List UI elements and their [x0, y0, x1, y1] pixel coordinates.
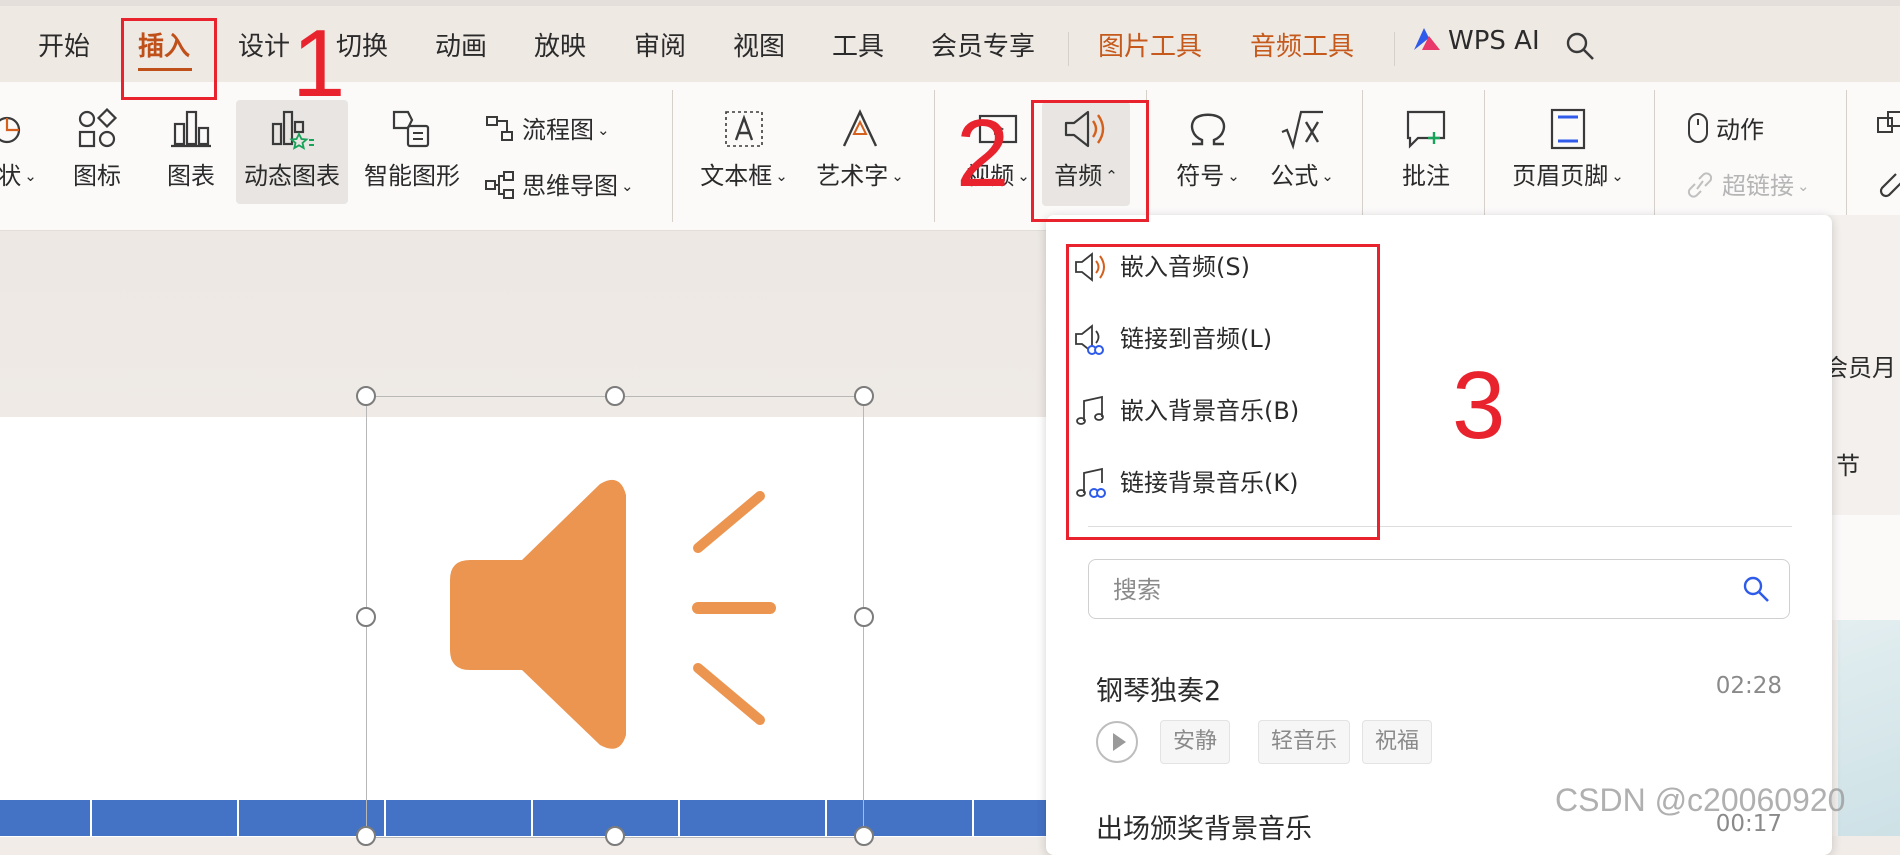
resize-handle-top-left[interactable] [356, 386, 376, 406]
ribbon-divider [1846, 90, 1847, 222]
dynamic-chart-button[interactable]: 动态图表 [236, 108, 348, 191]
track-tag[interactable]: 祝福 [1362, 720, 1433, 764]
tab-home[interactable]: 开始 [38, 26, 90, 63]
tab-animation[interactable]: 动画 [435, 26, 487, 63]
smart-shape-button[interactable]: 智能图形 [360, 108, 464, 191]
wordart-icon [842, 109, 878, 147]
omega-icon [1190, 113, 1226, 146]
audio-object-speaker-icon[interactable] [440, 460, 780, 760]
icons-button[interactable]: 图标 [64, 108, 130, 191]
resize-handle-bottom-left[interactable] [356, 826, 376, 846]
tab-member[interactable]: 会员专享 [931, 26, 1035, 63]
side-panel-text: 节 [1836, 452, 1860, 480]
flowchart-icon [486, 116, 513, 141]
track-tag[interactable]: 轻音乐 [1258, 720, 1351, 764]
annotation-number: 3 [1452, 352, 1506, 459]
hyperlink-button[interactable]: 超链接 ⌄ [1684, 166, 1810, 201]
ribbon-divider [1654, 90, 1655, 222]
tab-view[interactable]: 视图 [733, 26, 785, 63]
mouse-icon [1688, 113, 1708, 143]
sqrt-x-icon [1281, 110, 1323, 150]
table-divider [90, 800, 92, 836]
flowchart-button[interactable]: 流程图 ⌄ [484, 110, 610, 145]
audio-search-box [1088, 559, 1790, 619]
side-panel-image [1838, 620, 1900, 836]
ribbon-divider [672, 90, 673, 222]
menu-bar: 开始 插入 设计 切换 动画 放映 审阅 视图 工具 会员专享 图片工具 音频工… [0, 6, 1900, 82]
tab-design[interactable]: 设计 [238, 26, 290, 63]
wps-ai-button[interactable]: WPS AI [1412, 26, 1540, 56]
comment-icon [1406, 110, 1446, 149]
link-icon [1687, 172, 1713, 198]
resize-handle-top[interactable] [605, 386, 625, 406]
tab-review[interactable]: 审阅 [634, 26, 686, 63]
icons-icon [78, 108, 118, 148]
play-button[interactable] [1096, 721, 1138, 763]
shape-icon [0, 116, 21, 144]
annotation-box-audio-options [1066, 244, 1380, 540]
search-icon[interactable] [1741, 574, 1771, 608]
object-icon[interactable] [1876, 110, 1900, 148]
ribbon-divider [1484, 90, 1485, 222]
table-divider [237, 800, 239, 836]
resize-handle-top-right[interactable] [854, 386, 874, 406]
chart-button[interactable]: 图表 [158, 108, 224, 191]
resize-handle-right[interactable] [854, 607, 874, 627]
chart-icon [171, 110, 211, 148]
resize-handle-bottom-right[interactable] [854, 826, 874, 846]
mindmap-button[interactable]: 思维导图 ⌄ [484, 166, 634, 201]
audio-search-input[interactable] [1111, 572, 1695, 608]
action-button[interactable]: 动作 [1686, 110, 1764, 145]
header-footer-button[interactable]: 页眉页脚 ⌄ [1508, 108, 1628, 191]
resize-handle-left[interactable] [356, 607, 376, 627]
mindmap-icon [485, 171, 514, 199]
smart-shape-icon [392, 110, 430, 148]
menu-divider [1068, 32, 1069, 66]
tab-audio-tools[interactable]: 音频工具 [1250, 26, 1354, 63]
tab-tools[interactable]: 工具 [832, 26, 884, 63]
annotation-box-audio-button [1031, 100, 1149, 222]
tab-slideshow[interactable]: 放映 [534, 26, 586, 63]
resize-handle-bottom[interactable] [605, 826, 625, 846]
wordart-button[interactable]: 艺术字 ⌄ [812, 108, 908, 191]
track-tag[interactable]: 安静 [1160, 720, 1231, 764]
textbox-icon [725, 111, 763, 147]
shape-button[interactable]: 状 ⌄ [0, 108, 42, 191]
formula-button[interactable]: 公式 ⌄ [1262, 108, 1342, 191]
menu-divider [1394, 32, 1395, 66]
table-divider [972, 800, 974, 836]
ribbon-divider [1362, 90, 1363, 222]
track-duration: 02:28 [1715, 673, 1782, 699]
side-panel-text: 会员月 [1824, 354, 1896, 382]
wps-ai-icon [1414, 28, 1440, 50]
side-panel-card [1828, 515, 1900, 620]
attachment-icon[interactable] [1876, 168, 1900, 206]
ribbon-divider [934, 90, 935, 222]
ribbon-toolbar: 状 ⌄ 图标 图表 动态图表 智能图形 流程图 ⌄ 思维导图 ⌄ 文本框 ⌄ 艺术字 ⌄ … [0, 82, 1900, 231]
search-icon[interactable] [1564, 30, 1596, 66]
tab-picture-tools[interactable]: 图片工具 [1098, 26, 1202, 63]
textbox-button[interactable]: 文本框 ⌄ [696, 108, 792, 191]
header-footer-icon [1550, 108, 1586, 150]
annotation-number: 1 [292, 10, 346, 117]
comment-button[interactable]: 批注 [1390, 108, 1462, 191]
list-item[interactable]: 钢琴独奏2 02:28 安静 轻音乐 祝福 [1046, 665, 1832, 785]
annotation-box-insert-tab [121, 18, 217, 100]
track-title: 钢琴独奏2 [1096, 676, 1222, 707]
symbol-button[interactable]: 符号 ⌄ [1166, 108, 1250, 191]
watermark: CSDN @c20060920 [1555, 782, 1846, 818]
track-title: 出场颁奖背景音乐 [1096, 814, 1312, 845]
annotation-number: 2 [956, 100, 1010, 207]
